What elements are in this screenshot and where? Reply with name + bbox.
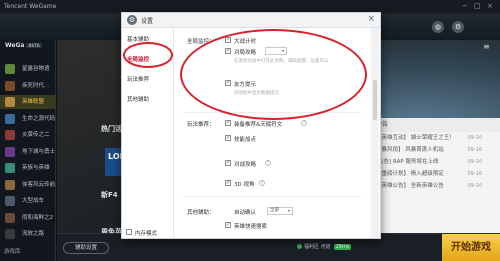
news-date: 09-16: [467, 159, 482, 165]
nav-other-assist[interactable]: 其他辅助: [127, 95, 149, 103]
close-window-button[interactable]: ×: [487, 2, 493, 10]
divider: [183, 196, 361, 197]
game-thumbnail-icon: [5, 64, 15, 74]
sidebar-item-label: 生命之源代码: [22, 115, 56, 122]
game-thumbnail-icon: [5, 212, 15, 223]
maximize-button[interactable]: □: [474, 2, 481, 10]
sidebar-item-game[interactable]: 星露谷物语: [0, 62, 56, 76]
annotation-ring-options: [180, 29, 367, 120]
sidebar-item-game[interactable]: 雨和海鲜之2: [0, 211, 56, 225]
settings-icon[interactable]: ⚙: [452, 21, 464, 33]
news-date: 09-16: [467, 171, 482, 177]
news-row[interactable]: 【重磅计划】 杨入超级限定 09-16: [373, 168, 500, 180]
news-title: 【英雄互动】 城士荣耀王之王！: [376, 135, 455, 141]
sidebar-item-game[interactable]: 大型战车: [0, 194, 56, 208]
dialog-titlebar: ⚙ 设置 ×: [122, 13, 380, 28]
sidebar-item-label: 侠客风云传前…: [22, 181, 56, 188]
sidebar-item-game[interactable]: 疾死时代…: [0, 79, 56, 93]
game-thumbnail-icon: [5, 97, 15, 107]
game-library-link[interactable]: 游戏库: [4, 247, 21, 255]
news-date: 09-16: [467, 183, 482, 189]
auto-confirm-label: 自动确认: [234, 210, 257, 216]
globe-icon[interactable]: ◍: [432, 21, 444, 33]
ping-badge: 28ms: [333, 244, 352, 250]
chevron-down-icon: ▾: [287, 208, 290, 213]
news-title: 【重磅计划】 杨入超级限定: [376, 171, 444, 177]
news-row[interactable]: [公告] RAP 服务将在上线 09-16: [373, 156, 500, 168]
other-assist-label: 其他辅助：: [187, 210, 215, 216]
sidebar-item-game[interactable]: 流放之路: [0, 227, 56, 241]
close-icon[interactable]: ×: [367, 14, 375, 24]
sidebar-item-label: 疾死时代…: [22, 82, 50, 89]
checkbox-skill-points[interactable]: ✓: [225, 135, 231, 141]
sidebar-item-label: 英雄联盟: [22, 99, 45, 105]
news-title: 【暴风雨】 风暴首席人机站: [376, 147, 444, 153]
game-thumbnail-icon: [5, 163, 15, 173]
news-row[interactable]: 【英雄互动】 城士荣耀王之王！ 09-16: [373, 132, 500, 144]
nav-play-recommend[interactable]: 玩法推荐: [127, 75, 149, 83]
annotation-ring-nav: [123, 42, 173, 68]
battle-guide-label: 对战攻略: [234, 162, 257, 168]
sidebar-item-label: 英族与英雄: [22, 165, 50, 171]
news-title: [公告] RAP 服务将在上线: [376, 159, 439, 165]
sidebar-item-label: 地下城与勇士: [22, 148, 56, 155]
game-sidebar: WeGa BETA 星露谷物语疾死时代… 英雄联盟生命之源代码 炎黄传之二地下城与勇士…: [0, 40, 56, 261]
news-date: 09-16: [467, 147, 482, 153]
settings-scrollbar[interactable]: [371, 28, 379, 238]
checkbox-memory-mode[interactable]: [126, 229, 132, 235]
assist-settings-button[interactable]: 辅助设置: [63, 242, 109, 254]
checkbox-battle-guide[interactable]: ✓: [225, 160, 231, 166]
play-recommend-label: 玩法推荐：: [187, 122, 215, 128]
scroll-thumb[interactable]: [373, 80, 377, 120]
server-status[interactable]: 福利区 河道 28ms: [297, 243, 352, 250]
dialog-footer: 内存模式: [122, 227, 380, 238]
auto-confirm-select[interactable]: 全部 ▾: [267, 207, 293, 215]
news-tab[interactable]: 公告: [373, 118, 500, 132]
game-thumbnail-icon: [5, 130, 15, 140]
status-dot-icon: [297, 244, 302, 249]
hot-events-heading: 热门活: [101, 125, 122, 133]
more-icon[interactable]: ≡: [483, 42, 490, 51]
help-icon[interactable]: ?: [265, 160, 271, 166]
game-thumbnail-icon: [5, 146, 15, 157]
game-thumbnail-icon: [5, 229, 15, 239]
minimize-button[interactable]: −: [462, 2, 468, 10]
new-section-heading: 新F4: [101, 191, 118, 199]
game-thumbnail-icon: [5, 113, 15, 124]
help-icon[interactable]: ?: [259, 180, 265, 186]
sidebar-item-label: 星露谷物语: [22, 66, 50, 72]
news-row[interactable]: 【英雄公告】 全新英雄公告 09-16: [373, 180, 500, 192]
sidebar-item-label: 炎黄传之二: [22, 132, 50, 138]
start-game-button[interactable]: 开始游戏: [442, 234, 500, 261]
sidebar-item-game[interactable]: 英雄联盟: [0, 95, 56, 109]
sidebar-item-label: 流放之路: [22, 231, 45, 237]
news-title: 【英雄公告】 全新英雄公告: [376, 183, 444, 189]
game-thumbnail-icon: [5, 179, 15, 190]
gear-icon: ⚙: [127, 15, 137, 25]
help-icon[interactable]: ?: [301, 120, 307, 126]
sidebar-item-label: 大型战车: [22, 198, 45, 204]
game-thumbnail-icon: [5, 80, 15, 91]
app-title: Tencent WeGame: [4, 3, 57, 10]
news-date: 09-16: [467, 135, 482, 141]
checkbox-equip-runes[interactable]: ✓: [225, 120, 231, 126]
dialog-title: 设置: [141, 18, 154, 25]
sidebar-item-game[interactable]: 生命之源代码: [0, 112, 56, 126]
checkbox-3d-view[interactable]: ✓: [225, 180, 231, 186]
sidebar-item-label: 雨和海鲜之2: [22, 214, 53, 221]
news-row[interactable]: 【暴风雨】 风暴首席人机站 09-16: [373, 144, 500, 156]
brand-logo: WeGa BETA: [5, 42, 42, 49]
sidebar-item-game[interactable]: 炎黄传之二: [0, 128, 56, 142]
sidebar-item-game[interactable]: 英族与英雄: [0, 161, 56, 175]
sidebar-item-game[interactable]: 地下城与勇士: [0, 145, 56, 159]
memory-mode-label: 内存模式: [135, 231, 158, 237]
game-thumbnail-icon: [5, 196, 15, 206]
equip-runes-label: 装备推荐&天赋符文: [234, 122, 283, 128]
3d-view-label: 3D 视角: [234, 182, 255, 188]
sidebar-item-game[interactable]: 侠客风云传前…: [0, 178, 56, 192]
skill-points-label: 技能加点: [234, 137, 257, 143]
